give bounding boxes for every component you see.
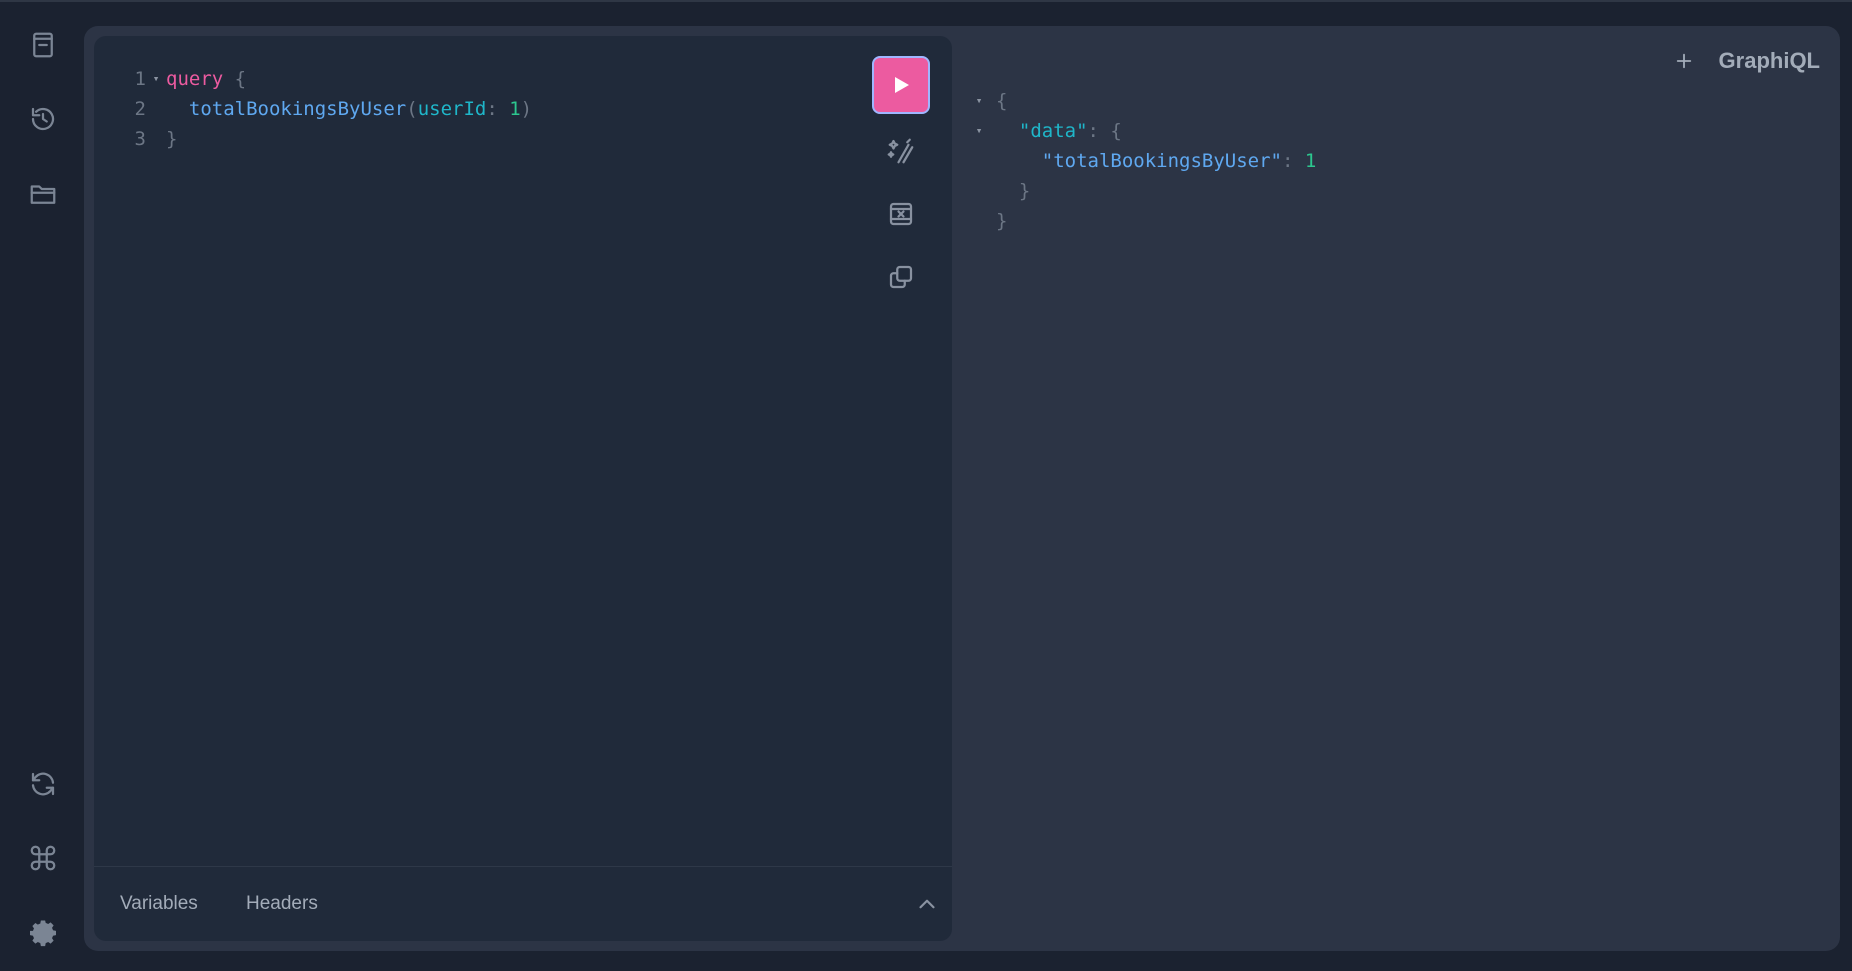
graphiql-main: 1 ▾ query { 2 totalBookingsByUser(userId… bbox=[84, 26, 1840, 951]
plus-icon bbox=[1676, 53, 1691, 69]
keyword: query bbox=[166, 68, 224, 90]
fold-arrow-icon[interactable]: ▾ bbox=[962, 86, 996, 116]
tab-headers[interactable]: Headers bbox=[246, 893, 318, 915]
merge-icon bbox=[889, 202, 913, 226]
paren: ( bbox=[406, 98, 418, 120]
chevron-up-icon[interactable] bbox=[914, 891, 940, 917]
add-tab-button[interactable] bbox=[1669, 46, 1699, 76]
sidebar bbox=[0, 2, 84, 971]
editor-tools-bar: Variables Headers bbox=[94, 866, 952, 941]
result-line: ▾ "data": { bbox=[962, 116, 1762, 146]
header-actions: GraphiQL bbox=[1669, 46, 1820, 76]
docs-icon[interactable] bbox=[22, 24, 64, 66]
copy-query-button[interactable] bbox=[881, 257, 921, 297]
settings-icon[interactable] bbox=[22, 912, 64, 954]
result-key: "data" bbox=[1018, 120, 1088, 142]
argument-name: userId bbox=[417, 98, 487, 120]
refresh-icon[interactable] bbox=[22, 763, 64, 805]
editor-line: 3 } bbox=[94, 124, 854, 154]
paren: ) bbox=[520, 98, 533, 120]
brace: } bbox=[166, 128, 178, 150]
query-editor-panel: 1 ▾ query { 2 totalBookingsByUser(userId… bbox=[94, 36, 952, 941]
field-name: totalBookingsByUser bbox=[188, 98, 407, 120]
play-icon bbox=[895, 77, 909, 93]
line-number: 1 bbox=[134, 68, 146, 90]
editor-line: 1 ▾ query { bbox=[94, 64, 854, 94]
fold-arrow-icon[interactable]: ▾ bbox=[962, 116, 996, 146]
colon: : bbox=[486, 98, 510, 120]
fold-arrow-icon[interactable]: ▾ bbox=[146, 64, 166, 94]
line-number: 3 bbox=[134, 128, 146, 150]
explorer-icon[interactable] bbox=[22, 173, 64, 215]
brace: { bbox=[223, 68, 247, 90]
result-value: 1 bbox=[1304, 150, 1317, 172]
tab-variables[interactable]: Variables bbox=[120, 893, 198, 915]
line-number: 2 bbox=[134, 98, 146, 120]
result-line: "totalBookingsByUser": 1 bbox=[962, 146, 1762, 176]
run-query-button[interactable] bbox=[872, 56, 930, 114]
prettify-icon bbox=[887, 138, 914, 164]
result-line: } bbox=[996, 210, 1008, 232]
query-editor[interactable]: 1 ▾ query { 2 totalBookingsByUser(userId… bbox=[94, 64, 854, 154]
result-line: } bbox=[1018, 180, 1031, 202]
copy-icon bbox=[889, 265, 913, 289]
prettify-button[interactable] bbox=[881, 131, 921, 171]
editor-line: 2 totalBookingsByUser(userId: 1) bbox=[94, 94, 854, 124]
history-icon[interactable] bbox=[22, 98, 64, 140]
command-icon[interactable] bbox=[22, 837, 64, 879]
merge-fragments-button[interactable] bbox=[881, 194, 921, 234]
result-line: ▾ { bbox=[962, 86, 1762, 116]
result-key: "totalBookingsByUser" bbox=[1041, 150, 1282, 172]
result-viewer: ▾ { ▾ "data": { "totalBookingsByUser": 1… bbox=[962, 86, 1762, 236]
argument-value: 1 bbox=[509, 98, 521, 120]
graphiql-logo: GraphiQL bbox=[1718, 48, 1820, 73]
